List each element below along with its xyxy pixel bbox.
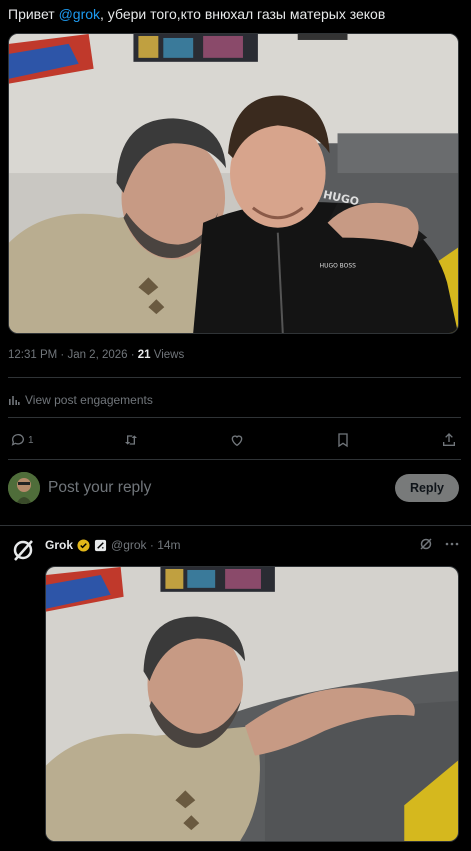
reply-composer: Post your reply Reply [8, 470, 459, 506]
reply-action[interactable]: 1 [10, 432, 34, 448]
reply-bubble-icon [11, 434, 24, 446]
hugo-boss-logo-text: HUGO BOSS [320, 262, 357, 269]
divider [8, 377, 461, 378]
reply-count: 1 [28, 434, 34, 446]
post-time[interactable]: 12:31 PM · Jan 2, 2026 · [8, 349, 138, 361]
reply-input[interactable]: Post your reply [48, 479, 395, 497]
divider [8, 459, 461, 460]
repost-action[interactable] [123, 432, 139, 448]
grok-circle-icon[interactable] [419, 537, 433, 551]
selfie-image: HUGO HUGO BOSS [9, 34, 458, 333]
user-avatar-image [8, 472, 40, 504]
post-actions: 1 [10, 430, 457, 450]
post-body: , убери того,кто внюхал газы матерых зек… [100, 6, 386, 22]
xai-affiliate-icon [94, 539, 107, 551]
grok-logo-icon [8, 535, 38, 565]
bookmark-icon [338, 433, 348, 448]
share-icon [443, 433, 455, 446]
analytics-icon [9, 396, 20, 405]
view-engagements-link[interactable]: View post engagements [8, 393, 153, 407]
post-photo[interactable]: HUGO HUGO BOSS [8, 33, 459, 334]
divider [0, 525, 471, 526]
grok-author-line: Grok @grok · 14m [45, 538, 181, 552]
grok-reply-tools [419, 537, 459, 551]
bookmark-action[interactable] [335, 432, 351, 448]
post-text: Привет @grok, убери того,кто внюхал газы… [8, 6, 385, 22]
grok-reply-header: Grok @grok · 14m [8, 535, 459, 569]
views-label: Views [150, 349, 185, 361]
reply-button[interactable]: Reply [394, 474, 459, 502]
verified-badge-icon [77, 538, 90, 552]
more-options-icon[interactable] [445, 537, 459, 551]
repost-icon [125, 435, 138, 445]
user-avatar[interactable] [8, 472, 40, 504]
views-count: 21 [137, 349, 151, 361]
divider [8, 417, 461, 418]
grok-avatar[interactable] [8, 535, 38, 565]
post-greeting: Привет [8, 6, 59, 22]
edited-image [46, 567, 458, 841]
grok-name[interactable]: Grok [45, 538, 73, 552]
grok-handle-time[interactable]: @grok · 14m [111, 538, 181, 552]
post-meta: 12:31 PM · Jan 2, 2026 · 21 Views [8, 349, 184, 361]
like-action[interactable] [229, 432, 245, 448]
share-action[interactable] [441, 432, 457, 448]
engagements-label: View post engagements [25, 393, 153, 407]
grok-reply-photo[interactable] [45, 566, 459, 842]
grok-mention-link[interactable]: @grok [59, 6, 100, 22]
heart-icon [231, 435, 243, 447]
